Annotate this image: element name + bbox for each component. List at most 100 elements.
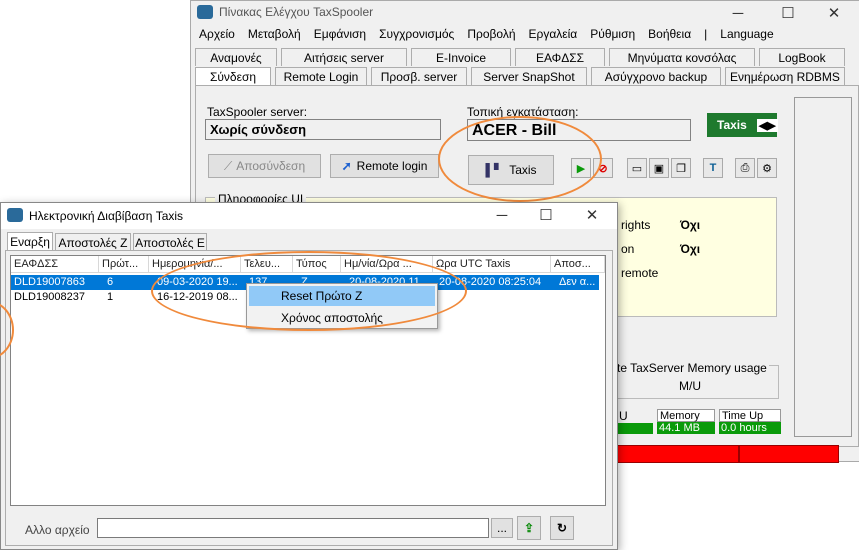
tab-server-access[interactable]: Προσβ. server <box>371 67 467 85</box>
info-value-rights: Όχι <box>680 218 701 232</box>
tab-einvoice[interactable]: E-Invoice <box>411 48 511 66</box>
server-monitor-icon[interactable]: ▣ <box>649 158 669 178</box>
refresh-icon: ↻ <box>556 521 568 535</box>
col-send[interactable]: Αποσ... <box>551 256 605 272</box>
dialog-tab-start[interactable]: Εναρξη <box>7 232 53 250</box>
stat-timeup-label: Time Up <box>719 409 781 422</box>
dialog-tab-e-sends[interactable]: Αποστολές Ε <box>133 233 207 251</box>
browse-button[interactable]: ... <box>491 518 513 538</box>
info-key-remote: remote <box>621 266 659 280</box>
cell: 09-03-2020 19... <box>157 276 238 288</box>
local-field: ACER - Bill <box>467 119 691 141</box>
cell: 20-08-2020 08:25:04 <box>439 276 542 288</box>
disconnect-icon: ⟋ <box>223 158 233 173</box>
tab-connection[interactable]: Σύνδεση <box>195 67 271 85</box>
cell: Δεν α... <box>559 276 596 288</box>
arrow-icon: ➚ <box>341 159 352 173</box>
menu-bar: Αρχείο Μεταβολή Εμφάνιση Συγχρονισμός Πρ… <box>199 27 774 41</box>
col-eafdss[interactable]: ΕΑΦΔΣΣ <box>11 256 99 272</box>
stat-memory-value: 44.1 MB <box>657 422 715 434</box>
menu-send-time[interactable]: Χρόνος αποστολής <box>249 308 435 328</box>
col-utc-time[interactable]: Ωρα UTC Taxis <box>433 256 551 272</box>
info-key-rights: rights <box>621 218 651 232</box>
info-key-on: on <box>621 242 635 256</box>
taxis-icon: ▌▘ <box>485 163 504 177</box>
file-input[interactable] <box>97 518 489 538</box>
minimize-button[interactable]: ─ <box>723 3 753 23</box>
tab-console-messages[interactable]: Μηνύματα κονσόλας <box>609 48 755 66</box>
upload-icon: ⇪ <box>523 521 535 535</box>
context-menu: Reset Πρώτο Ζ Χρόνος αποστολής <box>246 283 438 329</box>
taxis-button[interactable]: ▌▘ Taxis <box>468 155 554 185</box>
stat-u-label: U <box>619 409 628 423</box>
tab-waiting[interactable]: Αναμονές <box>195 48 277 66</box>
dialog-close-button[interactable]: ✕ <box>577 205 607 225</box>
dialog-title: Ηλεκτρονική Διαβίβαση Taxis <box>29 209 184 223</box>
status-bar-red-2 <box>739 445 839 463</box>
menu-sync[interactable]: Συγχρονισμός <box>379 27 454 41</box>
app-logo-icon <box>197 5 213 19</box>
stat-u-bar <box>615 423 653 434</box>
menu-edit[interactable]: Μεταβολή <box>248 27 301 41</box>
dialog-minimize-button[interactable]: ─ <box>487 205 517 225</box>
menu-tools[interactable]: Εργαλεία <box>529 27 578 41</box>
settings-icon[interactable]: ⚙ <box>757 158 777 178</box>
play-icon[interactable]: ▶ <box>571 158 591 178</box>
tab-rdbms-update[interactable]: Ενημέρωση RDBMS <box>725 67 845 85</box>
stop-icon[interactable]: ⊘ <box>593 158 613 178</box>
dialog-logo-icon <box>7 208 23 222</box>
monitor-icon[interactable]: ▭ <box>627 158 647 178</box>
col-type[interactable]: Τύπος <box>293 256 341 272</box>
cell: 6 <box>107 276 114 288</box>
menu-help[interactable]: Βοήθεια <box>648 27 691 41</box>
file-label: Αλλο αρχείο <box>25 523 90 537</box>
menu-language[interactable]: Language <box>720 27 773 41</box>
cell: DLD19008237 <box>14 291 85 303</box>
menu-separator: | <box>704 27 708 41</box>
documents-icon[interactable]: ❐ <box>671 158 691 178</box>
col-first[interactable]: Πρώτ... <box>99 256 149 272</box>
cell: 1 <box>107 291 114 303</box>
toggle-arrows-icon: ◀▶ <box>756 118 778 132</box>
menu-reset-first-z[interactable]: Reset Πρώτο Ζ <box>249 286 435 306</box>
col-date[interactable]: Ημερομηνία/... <box>149 256 241 272</box>
col-last[interactable]: Τελευ... <box>241 256 293 272</box>
local-label: Τοπική εγκατάσταση: <box>467 105 579 119</box>
menu-settings[interactable]: Ρύθμιση <box>590 27 635 41</box>
memory-group-label: te TaxServer Memory usage <box>615 361 769 375</box>
info-value-on: Όχι <box>680 242 701 256</box>
maximize-button[interactable]: ☐ <box>773 3 803 23</box>
text-icon[interactable]: T <box>703 158 723 178</box>
dialog-maximize-button[interactable]: ☐ <box>531 205 561 225</box>
tab-eafdss[interactable]: ΕΑΦΔΣΣ <box>515 48 605 66</box>
stat-memory-label: Memory <box>657 409 715 422</box>
disconnect-button[interactable]: ⟋ Αποσύνδεση <box>208 154 321 178</box>
right-panel <box>794 97 852 437</box>
tab-snapshot[interactable]: Server SnapShot <box>471 67 587 85</box>
tab-server-requests[interactable]: Αιτήσεις server <box>281 48 407 66</box>
col-datetime[interactable]: Ημ/νία/Ωρα ... <box>341 256 433 272</box>
cell: DLD19007863 <box>14 276 85 288</box>
remote-login-button[interactable]: ➚ Remote login <box>330 154 439 178</box>
printer-icon[interactable]: ⎙ <box>735 158 755 178</box>
server-field: Χωρίς σύνδεση <box>205 119 441 140</box>
tab-async-backup[interactable]: Ασύγχρονο backup <box>591 67 721 85</box>
close-button[interactable]: ✕ <box>819 3 849 23</box>
taxis-dialog: Ηλεκτρονική Διαβίβαση Taxis ─ ☐ ✕ Εναρξη… <box>0 202 618 550</box>
upload-button[interactable]: ⇪ <box>517 516 541 540</box>
window-title: Πίνακας Ελέγχου TaxSpooler <box>219 5 374 19</box>
tab-remote-login[interactable]: Remote Login <box>275 67 367 85</box>
menu-display[interactable]: Προβολή <box>467 27 515 41</box>
list-header: ΕΑΦΔΣΣ Πρώτ... Ημερομηνία/... Τελευ... Τ… <box>11 256 605 273</box>
refresh-button[interactable]: ↻ <box>550 516 574 540</box>
taxis-badge[interactable]: Taxis ◀▶ <box>707 113 778 137</box>
dialog-tab-z-sends[interactable]: Αποστολές Ζ <box>55 233 131 251</box>
stat-timeup-value: 0.0 hours <box>719 422 781 434</box>
server-label: TaxSpooler server: <box>207 105 308 119</box>
memory-value: M/U <box>679 379 701 393</box>
tab-logbook[interactable]: LogBook <box>759 48 845 66</box>
cell: 16-12-2019 08... <box>157 291 238 303</box>
menu-file[interactable]: Αρχείο <box>199 27 235 41</box>
status-bar-red <box>611 445 739 463</box>
menu-view[interactable]: Εμφάνιση <box>314 27 366 41</box>
